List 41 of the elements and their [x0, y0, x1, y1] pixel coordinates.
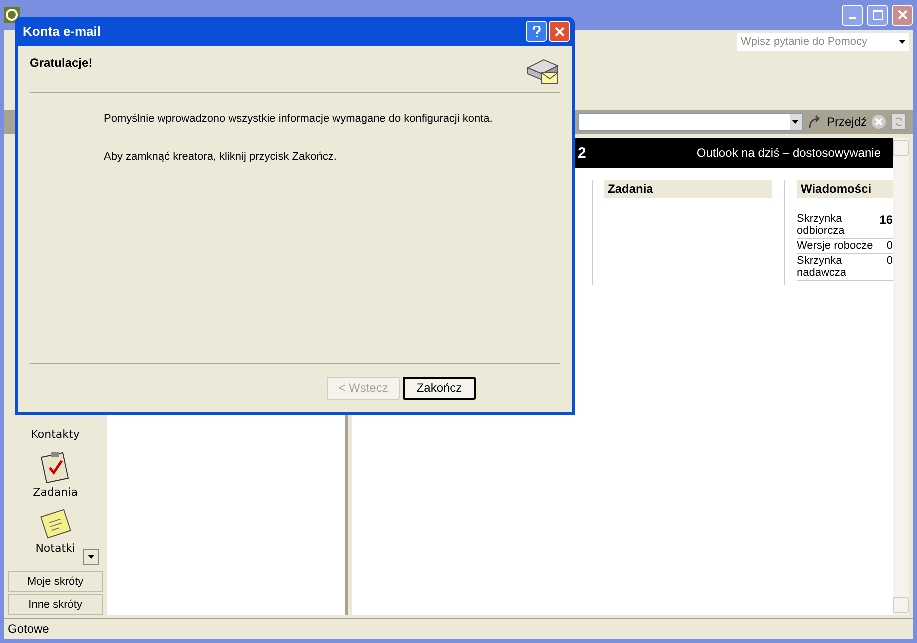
- folder-name[interactable]: Skrzynka odbiorcza: [797, 213, 879, 237]
- nav-item[interactable]: Kontakty: [31, 428, 80, 441]
- help-search-field[interactable]: Wpisz pytanie do Pomocy: [737, 33, 895, 51]
- maximize-button[interactable]: [867, 4, 888, 26]
- nav-item[interactable]: Zadania: [33, 486, 78, 499]
- close-icon: [554, 26, 564, 36]
- shortcuts-button[interactable]: Moje skróty: [8, 571, 104, 592]
- scrollbar[interactable]: [893, 138, 909, 615]
- app-icon: [4, 7, 20, 23]
- scroll-down-button[interactable]: [83, 549, 100, 565]
- header-title: 2: [578, 144, 586, 162]
- customize-link[interactable]: Outlook na dziś – dostosowywanie: [696, 146, 881, 160]
- status-text: Gotowe: [8, 622, 50, 636]
- folder-name[interactable]: Wersje robocze: [797, 240, 879, 252]
- close-button[interactable]: [892, 4, 913, 26]
- close-icon: [898, 10, 908, 20]
- message-count: 0: [886, 255, 893, 269]
- stop-icon[interactable]: [871, 114, 887, 130]
- section-header: Zadania: [604, 180, 772, 198]
- help-button[interactable]: [526, 21, 547, 42]
- question-mark-icon: [532, 26, 542, 38]
- dropdown-arrow-icon[interactable]: [792, 120, 800, 124]
- maximize-icon: [872, 10, 882, 20]
- folder-name[interactable]: Skrzynka nadawcza: [797, 255, 879, 279]
- shortcuts-button[interactable]: Inne skróty: [8, 594, 104, 615]
- nav-item[interactable]: Notatki: [36, 542, 76, 555]
- address-field[interactable]: [578, 113, 803, 131]
- message-count: 0: [886, 240, 893, 252]
- close-button[interactable]: [549, 21, 570, 42]
- go-button[interactable]: Przejdź: [826, 115, 867, 129]
- dialog-title: Konta e-mail: [23, 24, 102, 39]
- wizard-button[interactable]: Zakończ: [403, 376, 476, 400]
- message-text: Aby zamknąć kreatora, kliknij przycisk Zakończ.: [104, 151, 338, 163]
- wizard-heading: Gratulacje!: [30, 56, 93, 70]
- go-arrow-icon: [806, 114, 823, 130]
- refresh-icon[interactable]: [891, 113, 907, 131]
- message-count: 16: [880, 213, 893, 229]
- section-header: Wiadomości: [797, 180, 893, 198]
- message-text: Pomyślnie wprowadzono wszystkie informacje wymagane do konfiguracji konta.: [104, 113, 494, 125]
- down-arrow-icon: [88, 555, 95, 559]
- minimize-button[interactable]: [842, 4, 863, 26]
